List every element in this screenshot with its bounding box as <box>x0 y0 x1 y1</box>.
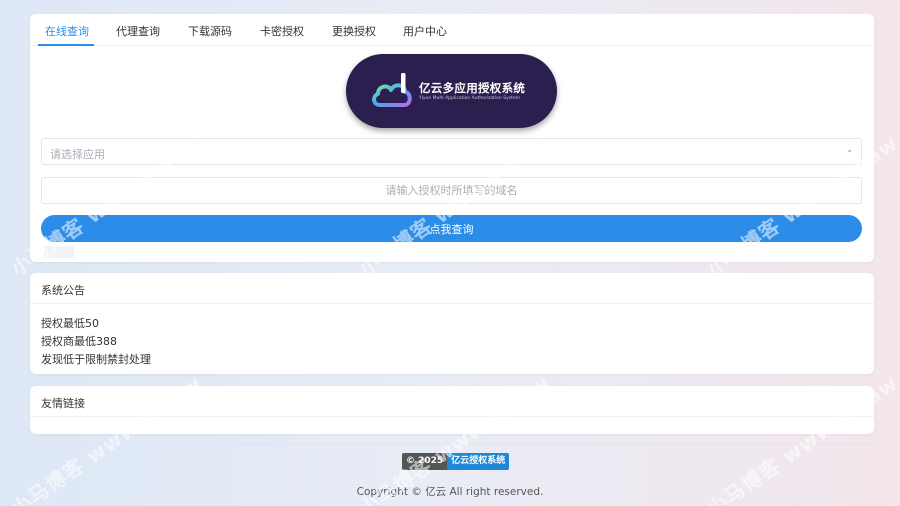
notice-line: 发现低于限制禁封处理 <box>41 353 151 366</box>
badge-year: © 2025 <box>402 453 448 470</box>
notice-line: 授权最低50 <box>41 317 99 330</box>
app-select[interactable]: 请选择应用 ⌄ <box>41 138 862 165</box>
logo-subtitle: Yiyun Multi Application Authorization Sy… <box>419 96 520 101</box>
notice-title: 系统公告 <box>41 284 85 297</box>
query-button[interactable]: 点我查询 <box>41 215 862 242</box>
tab-user-center[interactable]: 用户中心 <box>403 23 447 39</box>
query-card: 在线查询 代理查询 下载源码 卡密授权 更换授权 用户中心 亿云多应用授权系统 … <box>30 14 874 262</box>
notice-card: 系统公告 授权最低50 授权商最低388 发现低于限制禁封处理 <box>30 273 874 374</box>
tab-change-authorize[interactable]: 更换授权 <box>332 23 376 39</box>
copyright-badge[interactable]: © 2025 亿云授权系统 <box>402 453 510 470</box>
tab-download-source[interactable]: 下载源码 <box>188 23 232 39</box>
badge-system-name: 亿云授权系统 <box>447 453 510 470</box>
tab-bar: 在线查询 代理查询 下载源码 卡密授权 更换授权 用户中心 <box>30 14 874 46</box>
result-area <box>44 246 74 258</box>
domain-input[interactable] <box>41 177 862 204</box>
chevron-down-icon: ⌄ <box>846 145 853 154</box>
notice-header: 系统公告 <box>30 273 874 304</box>
logo-title: 亿云多应用授权系统 <box>419 81 526 95</box>
app-select-placeholder: 请选择应用 <box>50 148 105 161</box>
friend-links-title: 友情链接 <box>41 397 85 410</box>
active-tab-indicator <box>38 44 94 46</box>
notice-line: 授权商最低388 <box>41 335 117 348</box>
tab-agent-query[interactable]: 代理查询 <box>116 23 160 39</box>
logo-banner: 亿云多应用授权系统 Yiyun Multi Application Author… <box>346 54 557 128</box>
tab-card-authorize[interactable]: 卡密授权 <box>260 23 304 39</box>
footer-divider <box>30 443 874 444</box>
friend-links-header: 友情链接 <box>30 386 874 417</box>
friend-links-card: 友情链接 <box>30 386 874 434</box>
tab-online-query[interactable]: 在线查询 <box>45 23 89 39</box>
copyright-text: Copyright © 亿云 All right reserved. <box>356 486 544 498</box>
cloud-logo-icon <box>372 73 412 107</box>
